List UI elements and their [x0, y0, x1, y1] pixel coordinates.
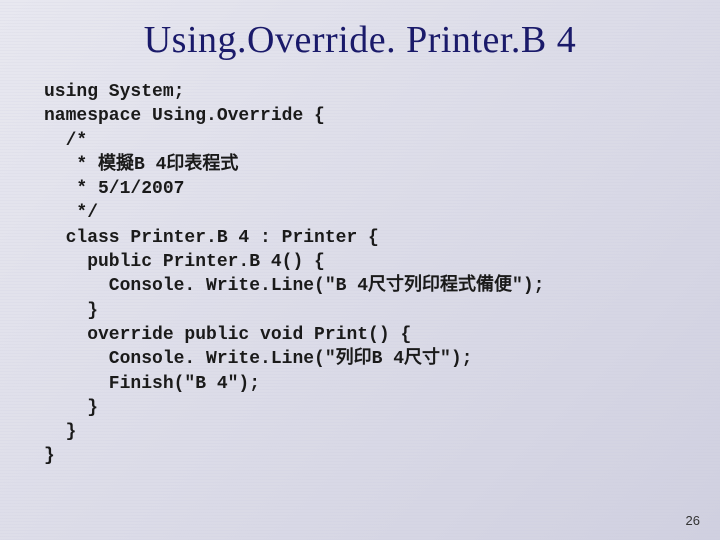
code-line: }	[44, 398, 98, 418]
code-line: }	[44, 422, 76, 442]
slide-container: Using.Override. Printer.B 4 using System…	[0, 0, 720, 540]
code-line: Console. Write.Line("列印B 4尺寸");	[44, 349, 472, 369]
code-line: using System;	[44, 82, 184, 102]
code-line: override public void Print() {	[44, 325, 411, 345]
page-number: 26	[686, 513, 700, 528]
code-line: public Printer.B 4() {	[44, 252, 325, 272]
code-line: namespace Using.Override {	[44, 106, 325, 126]
code-block: using System; namespace Using.Override {…	[44, 80, 676, 469]
code-line: Finish("B 4");	[44, 374, 260, 394]
code-line: * 模擬B 4印表程式	[44, 155, 238, 175]
code-line: class Printer.B 4 : Printer {	[44, 228, 379, 248]
code-line: /*	[44, 131, 87, 151]
code-line: Console. Write.Line("B 4尺寸列印程式備便");	[44, 276, 544, 296]
code-line: }	[44, 446, 55, 466]
slide-title: Using.Override. Printer.B 4	[44, 18, 676, 62]
code-line: }	[44, 301, 98, 321]
code-line: * 5/1/2007	[44, 179, 184, 199]
code-line: */	[44, 203, 98, 223]
